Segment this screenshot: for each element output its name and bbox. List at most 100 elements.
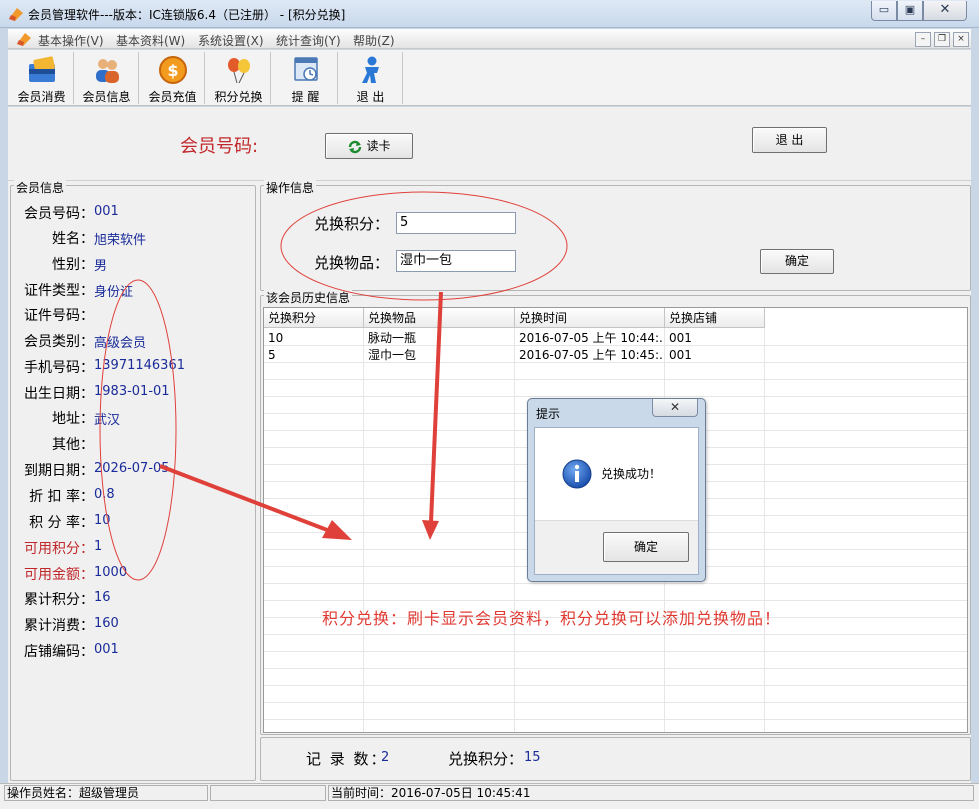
table-grid-line [264, 651, 967, 652]
member-field-label: 姓名： [52, 231, 94, 247]
menu-basic-operation[interactable]: 基本操作(V) [38, 32, 104, 49]
member-field-label: 累计积分： [24, 592, 94, 608]
read-card-label: 读卡 [366, 139, 391, 153]
toolbar-member-info[interactable]: 会员信息 [75, 52, 139, 104]
table-grid-line [264, 379, 967, 380]
svg-text:$: $ [167, 61, 178, 80]
history-column-header[interactable]: 兑换积分 [264, 308, 364, 328]
table-cell[interactable]: 2016-07-05 上午 10:44:... [515, 330, 663, 347]
maximize-button[interactable]: ▣ [897, 1, 923, 21]
member-info-group [10, 185, 256, 781]
record-count-value: 2 [381, 750, 390, 765]
menu-bar: 基本操作(V) 基本资料(W) 系统设置(X) 统计查询(Y) 帮助(Z) – … [8, 29, 971, 49]
toolbar: 会员消费 会员信息 $ 会员充值 积分兑换 提 醒 退 出 [8, 50, 971, 106]
exchange-points-label: 兑换积分： [314, 215, 390, 233]
toolbar-points-exchange[interactable]: 积分兑换 [207, 52, 271, 104]
history-column-header[interactable]: 兑换物品 [364, 308, 515, 328]
operation-group [260, 185, 971, 291]
toolbar-member-recharge[interactable]: $ 会员充值 [141, 52, 205, 104]
toolbar-label: 会员消费 [17, 90, 66, 104]
member-field-value: 武汉 [94, 413, 121, 428]
prompt-dialog: 提示 ✕ 兑换成功！ 确定 [527, 398, 706, 582]
mdi-minimize-button[interactable]: – [915, 32, 931, 47]
toolbar-label: 退 出 [356, 90, 385, 104]
menu-basic-data[interactable]: 基本资料(W) [116, 32, 185, 49]
member-field-label: 证件类型： [24, 283, 94, 299]
table-grid-line [264, 634, 967, 635]
client-area: 会员号码: 读卡 退 出 会员信息 会员号码： 001 姓名： 旭荣软件 性别：男证件类… [8, 107, 971, 783]
total-points-label: 兑换积分： [448, 750, 524, 768]
table-cell[interactable]: 湿巾一包 [364, 347, 513, 364]
table-cell[interactable]: 10 [264, 330, 362, 347]
close-button[interactable]: ✕ [923, 1, 967, 21]
member-field-value: 0.8 [94, 487, 115, 502]
exchange-item-label: 兑换物品： [314, 254, 390, 272]
minimize-button[interactable]: ▭ [871, 1, 897, 21]
toolbar-label: 会员信息 [82, 90, 131, 104]
read-card-button[interactable]: 读卡 [325, 133, 413, 159]
member-field-label: 可用积分： [24, 541, 94, 557]
table-cell[interactable]: 001 [665, 330, 763, 347]
member-field-label: 证件号码： [24, 308, 94, 324]
menu-statistics[interactable]: 统计查询(Y) [276, 32, 341, 49]
table-cell[interactable]: 2016-07-05 上午 10:45:... [515, 347, 663, 364]
menu-help[interactable]: 帮助(Z) [353, 32, 395, 49]
member-field-value: 160 [94, 616, 119, 631]
title-bar: 会员管理软件---版本：IC连锁版6.4（已注册） - [积分兑换] ▭ ▣ ✕ [0, 0, 979, 28]
member-field-label: 可用金额： [24, 567, 94, 583]
member-field-label: 地址： [52, 411, 94, 427]
toolbar-label: 会员充值 [148, 90, 197, 104]
member-field-value: 男 [94, 259, 108, 274]
app-icon [9, 8, 23, 21]
toolbar-label: 提 醒 [291, 90, 320, 104]
status-empty-cell [210, 785, 326, 801]
table-grid-line [363, 328, 364, 732]
table-cell[interactable]: 001 [665, 347, 763, 364]
member-field-label: 店铺编码： [24, 644, 94, 660]
annotation-text: 积分兑换：刷卡显示会员资料，积分兑换可以添加兑换物品！ [322, 609, 782, 628]
history-title: 该会员历史信息 [264, 289, 353, 306]
confirm-button[interactable]: 确定 [760, 249, 834, 274]
menu-system-settings[interactable]: 系统设置(X) [198, 32, 264, 49]
status-bar: 操作员姓名：超级管理员 当前时间：2016-07-05日 10:45:41 [0, 783, 979, 809]
dialog-close-button[interactable]: ✕ [652, 399, 698, 417]
record-count-label: 记 录 数： [306, 750, 388, 768]
history-column-header[interactable]: 兑换时间 [515, 308, 665, 328]
toolbar-reminder[interactable]: 提 醒 [274, 52, 338, 104]
member-field-value: 001 [94, 642, 119, 657]
exchange-points-input[interactable]: 5 [396, 212, 516, 234]
mdi-restore-button[interactable]: ❐ [934, 32, 950, 47]
exit-button[interactable]: 退 出 [752, 127, 827, 153]
balloons-icon [227, 58, 250, 84]
table-grid-line [264, 719, 967, 720]
member-field-label: 会员类别： [24, 334, 94, 350]
member-field-label: 积 分 率： [29, 515, 94, 531]
table-grid-line [764, 328, 765, 732]
member-field-label: 手机号码： [24, 360, 94, 376]
table-grid-line [264, 600, 967, 601]
member-field-value: 2026-07-05 [94, 461, 170, 476]
member-field-value: 13971146361 [94, 358, 185, 373]
table-cell[interactable]: 脉动一瓶 [364, 330, 513, 347]
member-field-value: 10 [94, 513, 111, 528]
member-field-value: 1000 [94, 565, 128, 580]
history-column-header[interactable]: 兑换店铺 [665, 308, 765, 328]
dialog-body: 兑换成功！ 确定 [534, 427, 699, 575]
operation-title: 操作信息 [264, 179, 317, 196]
member-number-label: 会员号码: [180, 136, 259, 157]
member-field-value: 高级会员 [94, 336, 147, 351]
dialog-ok-button[interactable]: 确定 [603, 532, 689, 562]
toolbar-member-consume[interactable]: 会员消费 [10, 52, 74, 104]
table-grid-line [264, 702, 967, 703]
member-field-label: 其他： [52, 437, 94, 453]
coin-icon: $ [158, 56, 187, 84]
table-cell[interactable]: 5 [264, 347, 362, 364]
table-grid-line [514, 328, 515, 732]
member-field-label: 折 扣 率： [29, 489, 94, 505]
toolbar-exit[interactable]: 退 出 [339, 52, 403, 104]
member-field-value: 1 [94, 539, 103, 554]
mdi-close-button[interactable]: × [953, 32, 969, 47]
exchange-item-input[interactable]: 湿巾一包 [396, 250, 516, 272]
member-field-value: 旭荣软件 [94, 233, 147, 248]
table-grid-line [264, 668, 967, 669]
